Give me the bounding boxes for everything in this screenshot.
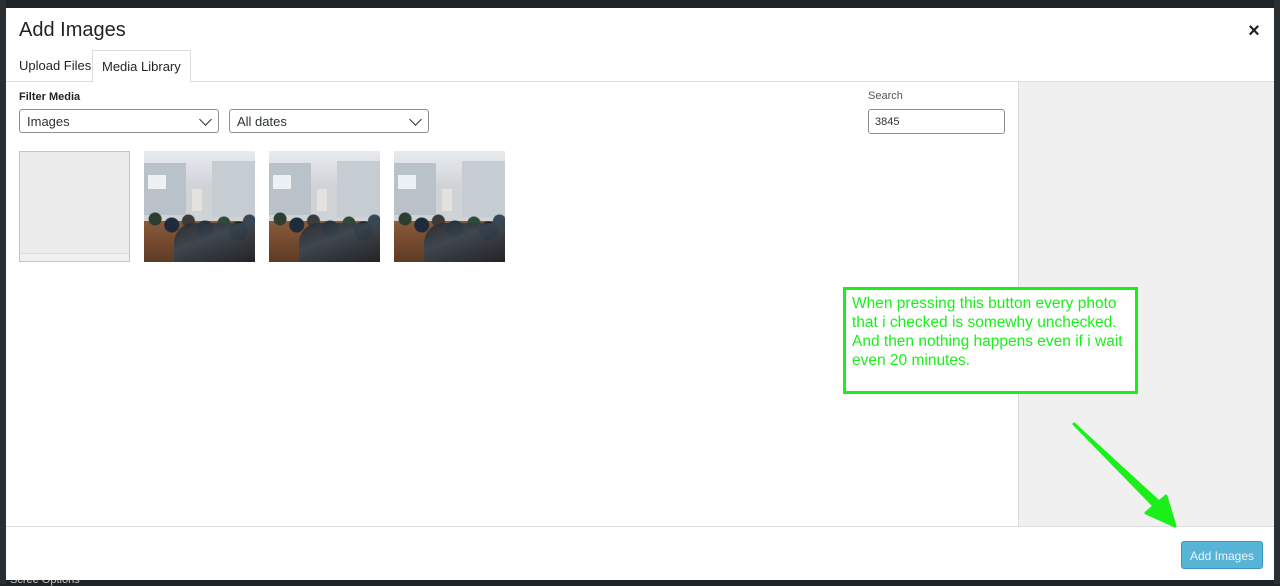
chevron-down-icon xyxy=(199,113,212,126)
add-images-button[interactable]: Add Images xyxy=(1181,541,1263,569)
search-label: Search xyxy=(868,90,903,102)
attachment-preview-blank xyxy=(20,152,129,254)
date-filter-value: All dates xyxy=(237,114,287,129)
chevron-down-icon xyxy=(409,113,422,126)
media-type-select[interactable]: Images xyxy=(19,109,219,133)
router-tabs: Upload Files Media Library xyxy=(6,50,1274,83)
close-icon[interactable]: × xyxy=(1244,20,1264,42)
modal-title: Add Images xyxy=(19,19,126,41)
annotation-callout: When pressing this button every photo th… xyxy=(843,287,1138,394)
tab-media-library[interactable]: Media Library xyxy=(92,50,191,83)
search-input[interactable] xyxy=(868,109,1005,134)
attachment-thumbnail[interactable] xyxy=(394,151,505,262)
tab-upload-files[interactable]: Upload Files xyxy=(10,50,100,80)
filter-media-label: Filter Media xyxy=(19,91,81,103)
backdrop-right xyxy=(1274,0,1280,584)
attachment-placeholder[interactable] xyxy=(19,151,130,262)
date-filter-select[interactable]: All dates xyxy=(229,109,429,133)
media-type-value: Images xyxy=(27,114,70,129)
attachment-thumbnail[interactable] xyxy=(269,151,380,262)
admin-bar xyxy=(0,0,1280,8)
annotation-arrow-icon xyxy=(1072,422,1177,528)
attachment-thumbnail[interactable] xyxy=(144,151,255,262)
